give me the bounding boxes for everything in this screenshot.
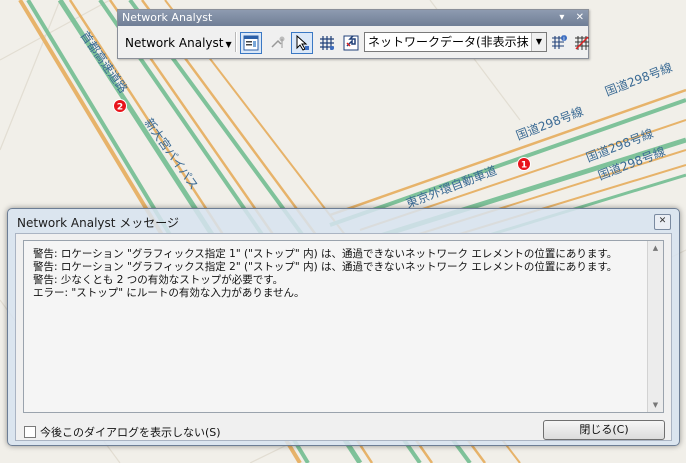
message-list[interactable]: 警告: ロケーション "グラフィックス指定 1" ("ストップ" 内) は、通過… [23, 240, 664, 413]
message-line: 警告: 少なくとも 2 つの有効なストップが必要です。 [33, 274, 284, 286]
scroll-down-icon[interactable]: ▼ [648, 398, 663, 412]
network-analyst-toolbar: Network Analyst ▾ ✕ Network Analyst ▼ ネット… [117, 9, 589, 59]
stop-marker-2[interactable]: 2 [113, 99, 127, 113]
dont-show-again-checkbox[interactable] [24, 426, 36, 438]
close-icon[interactable]: ✕ [576, 12, 584, 23]
build-network-dataset-icon[interactable] [571, 32, 593, 54]
close-button[interactable]: 閉じる(C) [543, 420, 665, 440]
chevron-down-icon: ▼ [225, 40, 232, 49]
network-analyst-menu-label: Network Analyst [125, 36, 224, 50]
select-move-location-icon[interactable] [291, 32, 313, 54]
toolbar-title: Network Analyst [122, 11, 213, 24]
pin-icon[interactable]: ▾ [559, 12, 564, 23]
network-analyst-window-icon[interactable] [240, 32, 262, 54]
stop-marker-1[interactable]: 1 [517, 157, 531, 171]
message-line: 警告: ロケーション "グラフィックス指定 1" ("ストップ" 内) は、通過… [33, 248, 618, 260]
message-line: 警告: ロケーション "グラフィックス指定 2" ("ストップ" 内) は、通過… [33, 261, 618, 273]
dont-show-again-row[interactable]: 今後このダイアログを表示しない(S) [24, 424, 221, 440]
chevron-down-icon[interactable]: ▼ [531, 33, 546, 51]
close-icon[interactable]: ✕ [654, 214, 671, 230]
toolbar-separator [235, 32, 237, 52]
solve-icon[interactable] [340, 32, 362, 54]
message-line: エラー: "ストップ" にルートの有効な入力がありません。 [33, 287, 305, 299]
network-identify-icon[interactable]: i [548, 32, 570, 54]
dont-show-again-label: 今後このダイアログを表示しない(S) [40, 426, 221, 439]
stop-marker-1-label: 1 [521, 161, 527, 171]
build-network-icon[interactable] [316, 32, 338, 54]
stop-marker-2-label: 2 [117, 103, 123, 113]
create-network-location-icon[interactable] [267, 32, 289, 54]
dialog-title: Network Analyst メッセージ [17, 216, 180, 230]
dialog-body: 警告: ロケーション "グラフィックス指定 1" ("ストップ" 内) は、通過… [15, 233, 672, 441]
network-dataset-combo[interactable]: ネットワークデータ(非表示抹 ▼ [364, 32, 547, 52]
toolbar-titlebar[interactable]: Network Analyst ▾ ✕ [118, 10, 588, 26]
vertical-scrollbar[interactable]: ▲ ▼ [647, 241, 663, 412]
scroll-up-icon[interactable]: ▲ [648, 241, 663, 255]
toolbar-row: Network Analyst ▼ ネットワークデータ(非表示抹 ▼ i [121, 30, 589, 54]
network-dataset-combo-value: ネットワークデータ(非表示抹 [368, 35, 529, 49]
network-analyst-message-dialog: Network Analyst メッセージ ✕ 警告: ロケーション "グラフィ… [7, 208, 680, 446]
network-analyst-menu[interactable]: Network Analyst ▼ [121, 32, 236, 54]
